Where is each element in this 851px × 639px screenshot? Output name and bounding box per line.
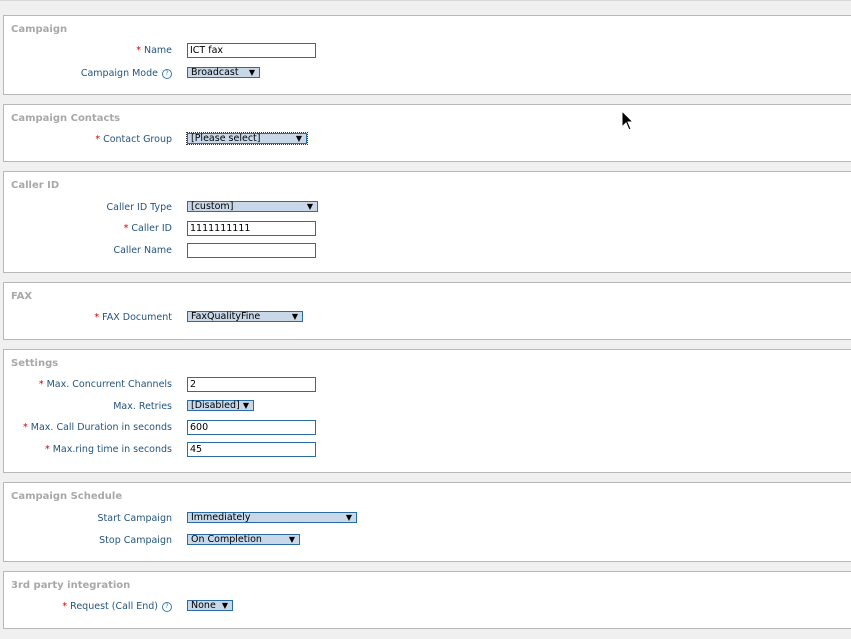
chevron-down-icon: ▼ (221, 601, 228, 610)
request-call-end-select[interactable]: None ▼ (187, 600, 233, 611)
mouse-pointer-icon (621, 110, 635, 131)
required-mark: * (62, 601, 68, 612)
section-title: FAX (11, 291, 33, 302)
caller-name-row: Caller Name (4, 243, 851, 259)
max-duration-input[interactable] (187, 420, 316, 435)
campaign-mode-select[interactable]: Broadcast ▼ (187, 67, 260, 78)
max-duration-row: * Max. Call Duration in seconds (4, 420, 851, 436)
chevron-down-icon: ▼ (242, 401, 249, 410)
section-title: Campaign Contacts (11, 113, 121, 124)
section-title: Caller ID (11, 180, 60, 191)
chevron-down-icon: ▼ (345, 513, 352, 522)
max-ring-input[interactable] (187, 442, 316, 457)
section-title: Campaign Schedule (11, 491, 123, 502)
max-retries-select[interactable]: [Disabled] ▼ (187, 400, 254, 411)
contact-group-label: * Contact Group (95, 134, 172, 145)
callerid-input[interactable] (187, 221, 316, 236)
max-retries-row: Max. Retries [Disabled] ▼ (4, 399, 851, 415)
schedule-section: Campaign Schedule Start Campaign Immedia… (3, 482, 851, 562)
stop-campaign-select[interactable]: On Completion ▼ (187, 534, 300, 545)
start-campaign-row: Start Campaign Immediately ▼ (4, 511, 851, 527)
required-mark: * (94, 312, 100, 323)
required-mark: * (44, 444, 50, 455)
request-call-end-label: * Request (Call End)? (62, 601, 172, 612)
stop-campaign-label: Stop Campaign (99, 535, 172, 546)
chevron-down-icon: ▼ (295, 134, 302, 143)
name-row: * Name (4, 43, 851, 59)
section-title: Campaign (11, 24, 68, 35)
stop-campaign-row: Stop Campaign On Completion ▼ (4, 533, 851, 549)
caller-name-label: Caller Name (113, 245, 172, 256)
fax-document-row: * FAX Document FaxQualityFine ▼ (4, 310, 851, 326)
callerid-section: Caller ID Caller ID Type [custom] ▼ * Cal… (3, 171, 851, 273)
campaign-mode-row: Campaign Mode? Broadcast ▼ (4, 66, 851, 82)
fax-document-label: * FAX Document (94, 312, 172, 323)
section-title: 3rd party integration (11, 580, 131, 591)
max-channels-row: * Max. Concurrent Channels (4, 377, 851, 393)
section-title: Settings (11, 358, 59, 369)
settings-section: Settings *Max. Concurrent Channels Max. … (3, 349, 851, 473)
contacts-section: Campaign Contacts * Contact Group [Please… (3, 104, 851, 162)
top-divider (0, 0, 851, 1)
required-mark: * (136, 45, 141, 56)
callerid-type-label: Caller ID Type (106, 202, 172, 213)
required-mark: * (95, 134, 101, 145)
required-mark: * (123, 223, 129, 234)
chevron-down-icon: ▼ (288, 535, 295, 544)
callerid-row: * Caller ID (4, 221, 851, 237)
contact-group-select[interactable]: [Please select] ▼ (186, 132, 308, 145)
integration-section: 3rd party integration * Request (Call End… (3, 571, 851, 629)
callerid-type-select[interactable]: [custom] ▼ (187, 201, 318, 212)
chevron-down-icon: ▼ (306, 202, 313, 211)
max-ring-label: * Max.ring time in seconds (44, 444, 172, 455)
max-channels-label: * Max. Concurrent Channels (38, 379, 172, 390)
chevron-down-icon: ▼ (248, 68, 255, 77)
help-icon[interactable]: ? (162, 601, 172, 612)
start-campaign-select[interactable]: Immediately ▼ (187, 512, 357, 523)
help-icon[interactable]: ? (162, 68, 172, 79)
fax-document-select[interactable]: FaxQualityFine ▼ (187, 311, 303, 322)
max-duration-label: * Max. Call Duration in seconds (23, 422, 172, 433)
callerid-label: * Caller ID (123, 223, 172, 234)
max-retries-label: Max. Retries (113, 401, 172, 412)
chevron-down-icon: ▼ (291, 312, 298, 321)
name-label: * Name (136, 45, 172, 56)
campaign-section: Campaign *Name Campaign Mode? Broadcast … (3, 15, 851, 95)
contact-group-row: * Contact Group [Please select] ▼ (4, 132, 851, 148)
required-mark: * (23, 422, 28, 433)
max-channels-input[interactable] (187, 377, 316, 392)
fax-section: FAX * FAX Document FaxQualityFine ▼ (3, 282, 851, 340)
campaign-mode-label: Campaign Mode? (81, 68, 172, 79)
required-mark: * (38, 379, 44, 390)
name-input[interactable] (187, 43, 316, 58)
caller-name-input[interactable] (187, 243, 316, 258)
start-campaign-label: Start Campaign (97, 513, 172, 524)
callerid-type-row: Caller ID Type [custom] ▼ (4, 200, 851, 216)
max-ring-row: * Max.ring time in seconds (4, 442, 851, 458)
request-call-end-row: * Request (Call End)? None ▼ (4, 599, 851, 615)
